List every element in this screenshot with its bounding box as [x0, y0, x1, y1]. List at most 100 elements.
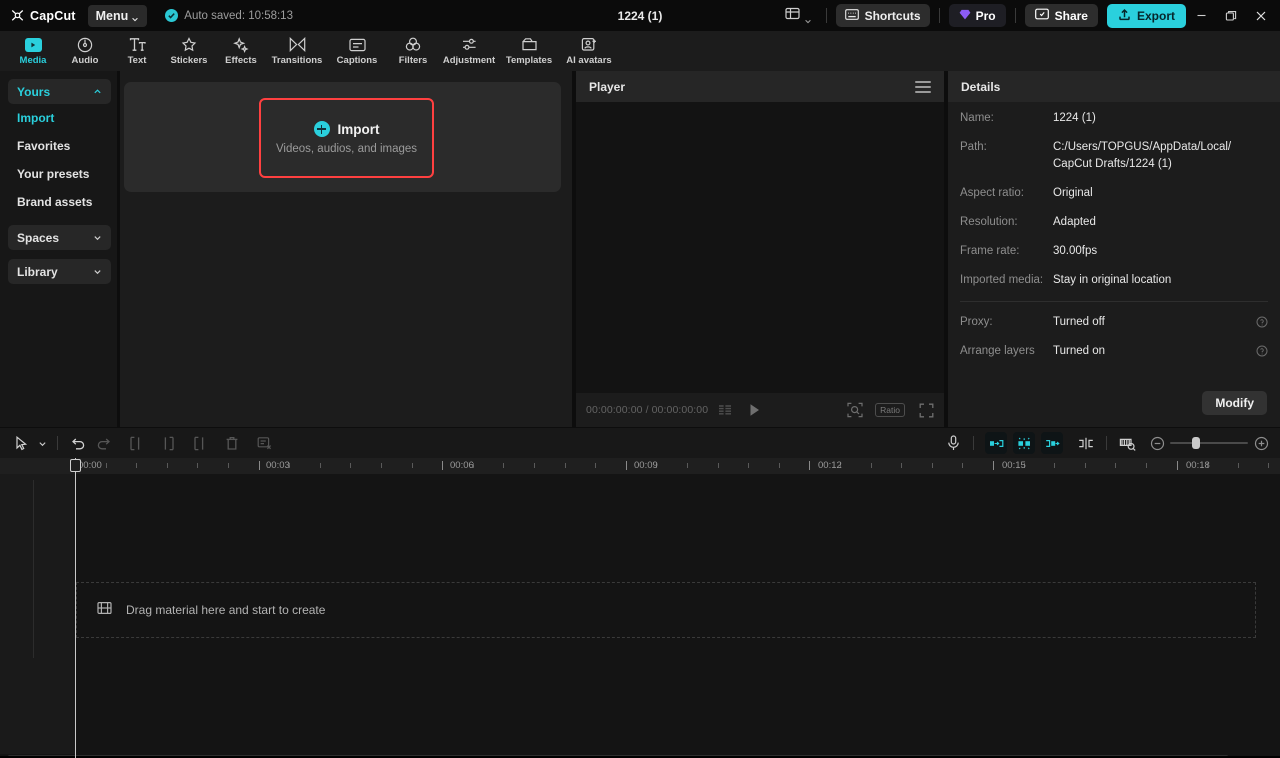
app-logo: CapCut: [10, 9, 76, 23]
undo-button[interactable]: [65, 430, 91, 456]
ruler-tick: [105, 463, 107, 468]
timeline-ruler[interactable]: 00:00 00:03 00:06 00:09 00:12 00:15 00:18: [0, 458, 1280, 474]
details-title: Details: [961, 79, 1001, 94]
details-row-arrange-layers: Arrange layers Turned on: [960, 343, 1268, 360]
slider-handle[interactable]: [1192, 437, 1200, 449]
sidebar-item-favorites[interactable]: Favorites: [8, 132, 111, 160]
auto-cut-start-button[interactable]: [985, 432, 1007, 454]
ruler-label: 00:03: [266, 460, 290, 471]
play-icon[interactable]: [748, 403, 761, 417]
ruler-tick: [411, 463, 413, 468]
sidebar-item-label: Favorites: [17, 139, 71, 153]
trim-right-button[interactable]: [187, 430, 213, 456]
details-value: 1224 (1): [1053, 112, 1096, 124]
mirror-button[interactable]: [1073, 430, 1099, 456]
menu-button[interactable]: Menu: [87, 4, 148, 27]
timeline-zoom-slider[interactable]: [1170, 436, 1248, 450]
timeline-dropzone[interactable]: Drag material here and start to create: [76, 582, 1256, 638]
tab-templates[interactable]: Templates: [500, 31, 558, 71]
chevron-down-icon: [93, 231, 102, 245]
select-tool-button[interactable]: [8, 430, 34, 456]
details-key: Resolution:: [960, 216, 1018, 228]
tab-ai-avatars[interactable]: AI avatars: [560, 31, 618, 71]
timeline-track-gutter: [0, 474, 76, 758]
ruler-tick: [717, 463, 719, 468]
templates-icon: [521, 36, 538, 53]
details-value: 30.00fps: [1053, 245, 1098, 257]
minimize-button[interactable]: [1186, 0, 1216, 31]
shortcuts-button[interactable]: Shortcuts: [835, 4, 930, 27]
details-header: Details: [948, 71, 1280, 102]
tab-text[interactable]: Text: [112, 31, 162, 71]
details-value: Turned off: [1053, 316, 1105, 328]
modify-button[interactable]: Modify: [1202, 391, 1267, 415]
delete-button[interactable]: [219, 430, 245, 456]
ruler-tick: [778, 463, 780, 468]
layout-button[interactable]: [780, 4, 817, 28]
sidebar-group-library[interactable]: Library: [8, 259, 111, 284]
maximize-button[interactable]: [1216, 0, 1246, 31]
player-panel: Player 00:00:00:00 / 00:00:00:00 Ratio: [576, 71, 944, 427]
export-button[interactable]: Export: [1106, 3, 1186, 28]
tab-audio[interactable]: Audio: [60, 31, 110, 71]
fullscreen-icon[interactable]: [919, 403, 934, 418]
redo-button[interactable]: [91, 430, 117, 456]
pro-button[interactable]: Pro: [948, 4, 1006, 27]
divider: [960, 301, 1268, 302]
sidebar-group-spaces[interactable]: Spaces: [8, 225, 111, 250]
select-tool-dropdown[interactable]: [34, 430, 50, 456]
record-voiceover-button[interactable]: [940, 430, 966, 456]
details-key: Imported media:: [960, 274, 1044, 286]
tab-effects[interactable]: Effects: [216, 31, 266, 71]
details-body: Name: 1224 (1) Path: C:/Users/TOPGUS/App…: [948, 102, 1280, 372]
auto-cut-end-button[interactable]: [1041, 432, 1063, 454]
sidebar-item-your-presets[interactable]: Your presets: [8, 160, 111, 188]
split-button[interactable]: [123, 430, 149, 456]
tab-filters[interactable]: Filters: [388, 31, 438, 71]
sidebar-group-yours[interactable]: Yours: [8, 79, 111, 104]
divider: [57, 436, 58, 450]
player-timecode: 00:00:00:00 / 00:00:00:00: [586, 404, 709, 416]
ruler-tick: [136, 463, 138, 468]
close-button[interactable]: [1246, 0, 1276, 31]
app-name: CapCut: [30, 8, 76, 23]
trim-left-button[interactable]: [155, 430, 181, 456]
tab-transitions[interactable]: Transitions: [268, 31, 326, 71]
fit-timeline-button[interactable]: [1114, 430, 1140, 456]
sidebar-item-import[interactable]: Import: [8, 104, 111, 132]
ruler-major-tick: [625, 461, 627, 470]
import-card[interactable]: Import Videos, audios, and images: [124, 82, 561, 192]
capcut-editor-window: CapCut Menu Auto saved: 10:58:13 1224 (1…: [0, 0, 1280, 758]
tab-captions[interactable]: Captions: [328, 31, 386, 71]
zoom-in-icon[interactable]: [1248, 430, 1274, 456]
ruler-tick: [595, 463, 597, 468]
player-canvas[interactable]: [576, 102, 944, 393]
auto-cut-middle-button[interactable]: [1013, 432, 1035, 454]
sidebar-item-brand-assets[interactable]: Brand assets: [8, 188, 111, 216]
timeline-playhead[interactable]: [75, 458, 76, 758]
ruler-major-tick: [1176, 461, 1178, 470]
ruler-tick: [197, 463, 199, 468]
details-row-frame-rate: Frame rate: 30.00fps: [960, 243, 1268, 260]
share-button[interactable]: Share: [1024, 4, 1098, 27]
chevron-down-icon: [131, 12, 139, 21]
tab-adjustment[interactable]: Adjustment: [440, 31, 498, 71]
chevron-up-icon: [93, 85, 102, 99]
ratio-button[interactable]: Ratio: [875, 403, 905, 417]
media-panel: Import Videos, audios, and images: [120, 71, 572, 427]
crop-icon[interactable]: [847, 402, 863, 418]
help-icon[interactable]: [1256, 315, 1268, 328]
sidebar-item-label: Your presets: [17, 167, 90, 181]
timeline-playhead-handle[interactable]: [70, 459, 81, 472]
ruler-label: 00:18: [1186, 460, 1210, 471]
tab-stickers[interactable]: Stickers: [164, 31, 214, 71]
tab-media[interactable]: Media: [8, 31, 58, 71]
ruler-label: 00:06: [450, 460, 474, 471]
list-icon[interactable]: [718, 404, 732, 416]
hamburger-icon[interactable]: [915, 80, 931, 93]
details-key: Proxy:: [960, 316, 993, 328]
help-icon[interactable]: [1256, 344, 1268, 357]
zoom-out-icon[interactable]: [1144, 430, 1170, 456]
crop-clip-button[interactable]: [251, 430, 277, 456]
player-title: Player: [589, 79, 626, 94]
